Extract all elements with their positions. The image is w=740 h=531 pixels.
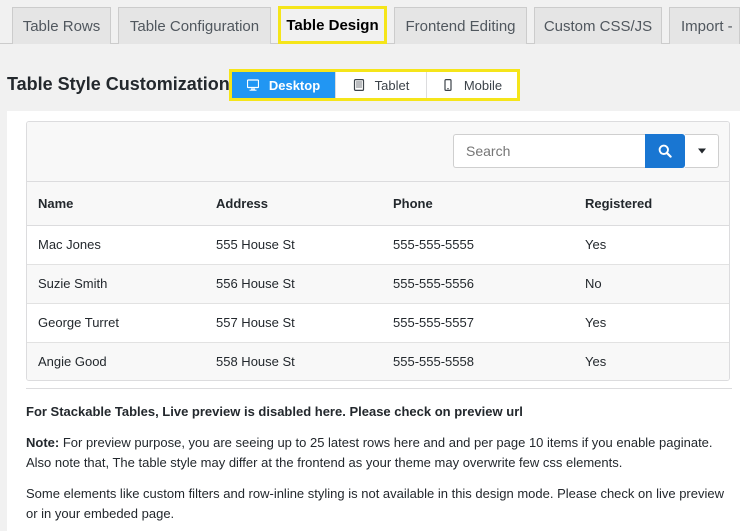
cell-phone: 555-555-5556 bbox=[382, 264, 574, 304]
preview-notes: For Stackable Tables, Live preview is di… bbox=[26, 402, 730, 531]
table-toolbar bbox=[27, 122, 729, 182]
cell-phone: 555-555-5557 bbox=[382, 303, 574, 343]
cell-address: 555 House St bbox=[205, 225, 382, 265]
cell-name: Suzie Smith bbox=[27, 264, 205, 304]
tab-custom-css-js[interactable]: Custom CSS/JS bbox=[534, 7, 662, 44]
tab-table-design[interactable]: Table Design bbox=[278, 6, 387, 44]
column-header-phone[interactable]: Phone bbox=[382, 182, 574, 226]
cell-registered: Yes bbox=[574, 303, 729, 343]
table-header-row: Name Address Phone Registered bbox=[27, 182, 729, 226]
cell-registered: Yes bbox=[574, 342, 729, 380]
mobile-icon bbox=[442, 79, 454, 91]
column-header-name[interactable]: Name bbox=[27, 182, 205, 226]
table-row: Angie Good 558 House St 555-555-5558 Yes bbox=[27, 342, 729, 380]
device-tablet-button[interactable]: Tablet bbox=[336, 72, 427, 98]
filter-dropdown-button[interactable] bbox=[685, 134, 719, 168]
search-input[interactable] bbox=[453, 134, 645, 168]
cell-name: Mac Jones bbox=[27, 225, 205, 265]
design-mode-note: Some elements like custom filters and ro… bbox=[26, 486, 725, 521]
device-switcher: Desktop Tablet Mobile bbox=[229, 69, 520, 101]
device-tablet-label: Tablet bbox=[374, 77, 410, 93]
device-desktop-button[interactable]: Desktop bbox=[232, 72, 336, 98]
tab-table-rows[interactable]: Table Rows bbox=[12, 7, 111, 44]
caret-down-icon bbox=[697, 148, 707, 154]
tab-frontend-editing[interactable]: Frontend Editing bbox=[394, 7, 527, 44]
cell-phone: 555-555-5558 bbox=[382, 342, 574, 380]
preview-note: Note: For preview purpose, you are seein… bbox=[26, 433, 730, 473]
tab-table-configuration[interactable]: Table Configuration bbox=[118, 7, 271, 44]
tablet-icon bbox=[353, 79, 365, 91]
table-preview: Name Address Phone Registered Mac Jones … bbox=[26, 121, 730, 381]
tab-import[interactable]: Import - bbox=[669, 7, 740, 44]
divider bbox=[26, 388, 732, 389]
desktop-icon bbox=[246, 79, 259, 91]
note-label: Note: bbox=[26, 435, 60, 450]
stackable-notice: For Stackable Tables, Live preview is di… bbox=[26, 404, 523, 419]
cell-registered: Yes bbox=[574, 225, 729, 265]
design-preview-panel: Name Address Phone Registered Mac Jones … bbox=[7, 111, 740, 531]
table-row: Mac Jones 555 House St 555-555-5555 Yes bbox=[27, 225, 729, 265]
column-header-address[interactable]: Address bbox=[205, 182, 382, 226]
cell-address: 557 House St bbox=[205, 303, 382, 343]
device-mobile-button[interactable]: Mobile bbox=[427, 72, 517, 98]
settings-tab-bar: Table Rows Table Configuration Table Des… bbox=[0, 0, 740, 44]
cell-address: 556 House St bbox=[205, 264, 382, 304]
search-button[interactable] bbox=[645, 134, 685, 168]
note-text: For preview purpose, you are seeing up t… bbox=[26, 435, 713, 470]
device-mobile-label: Mobile bbox=[463, 77, 503, 93]
device-desktop-label: Desktop bbox=[268, 77, 321, 93]
table-row: George Turret 557 House St 555-555-5557 … bbox=[27, 303, 729, 343]
cell-name: Angie Good bbox=[27, 342, 205, 380]
page-title: Table Style Customization bbox=[7, 74, 230, 94]
cell-address: 558 House St bbox=[205, 342, 382, 380]
data-table: Name Address Phone Registered Mac Jones … bbox=[27, 182, 729, 380]
cell-phone: 555-555-5555 bbox=[382, 225, 574, 265]
search-icon bbox=[658, 144, 672, 158]
table-row: Suzie Smith 556 House St 555-555-5556 No bbox=[27, 264, 729, 304]
column-header-registered[interactable]: Registered bbox=[574, 182, 729, 226]
cell-registered: No bbox=[574, 264, 729, 304]
cell-name: George Turret bbox=[27, 303, 205, 343]
